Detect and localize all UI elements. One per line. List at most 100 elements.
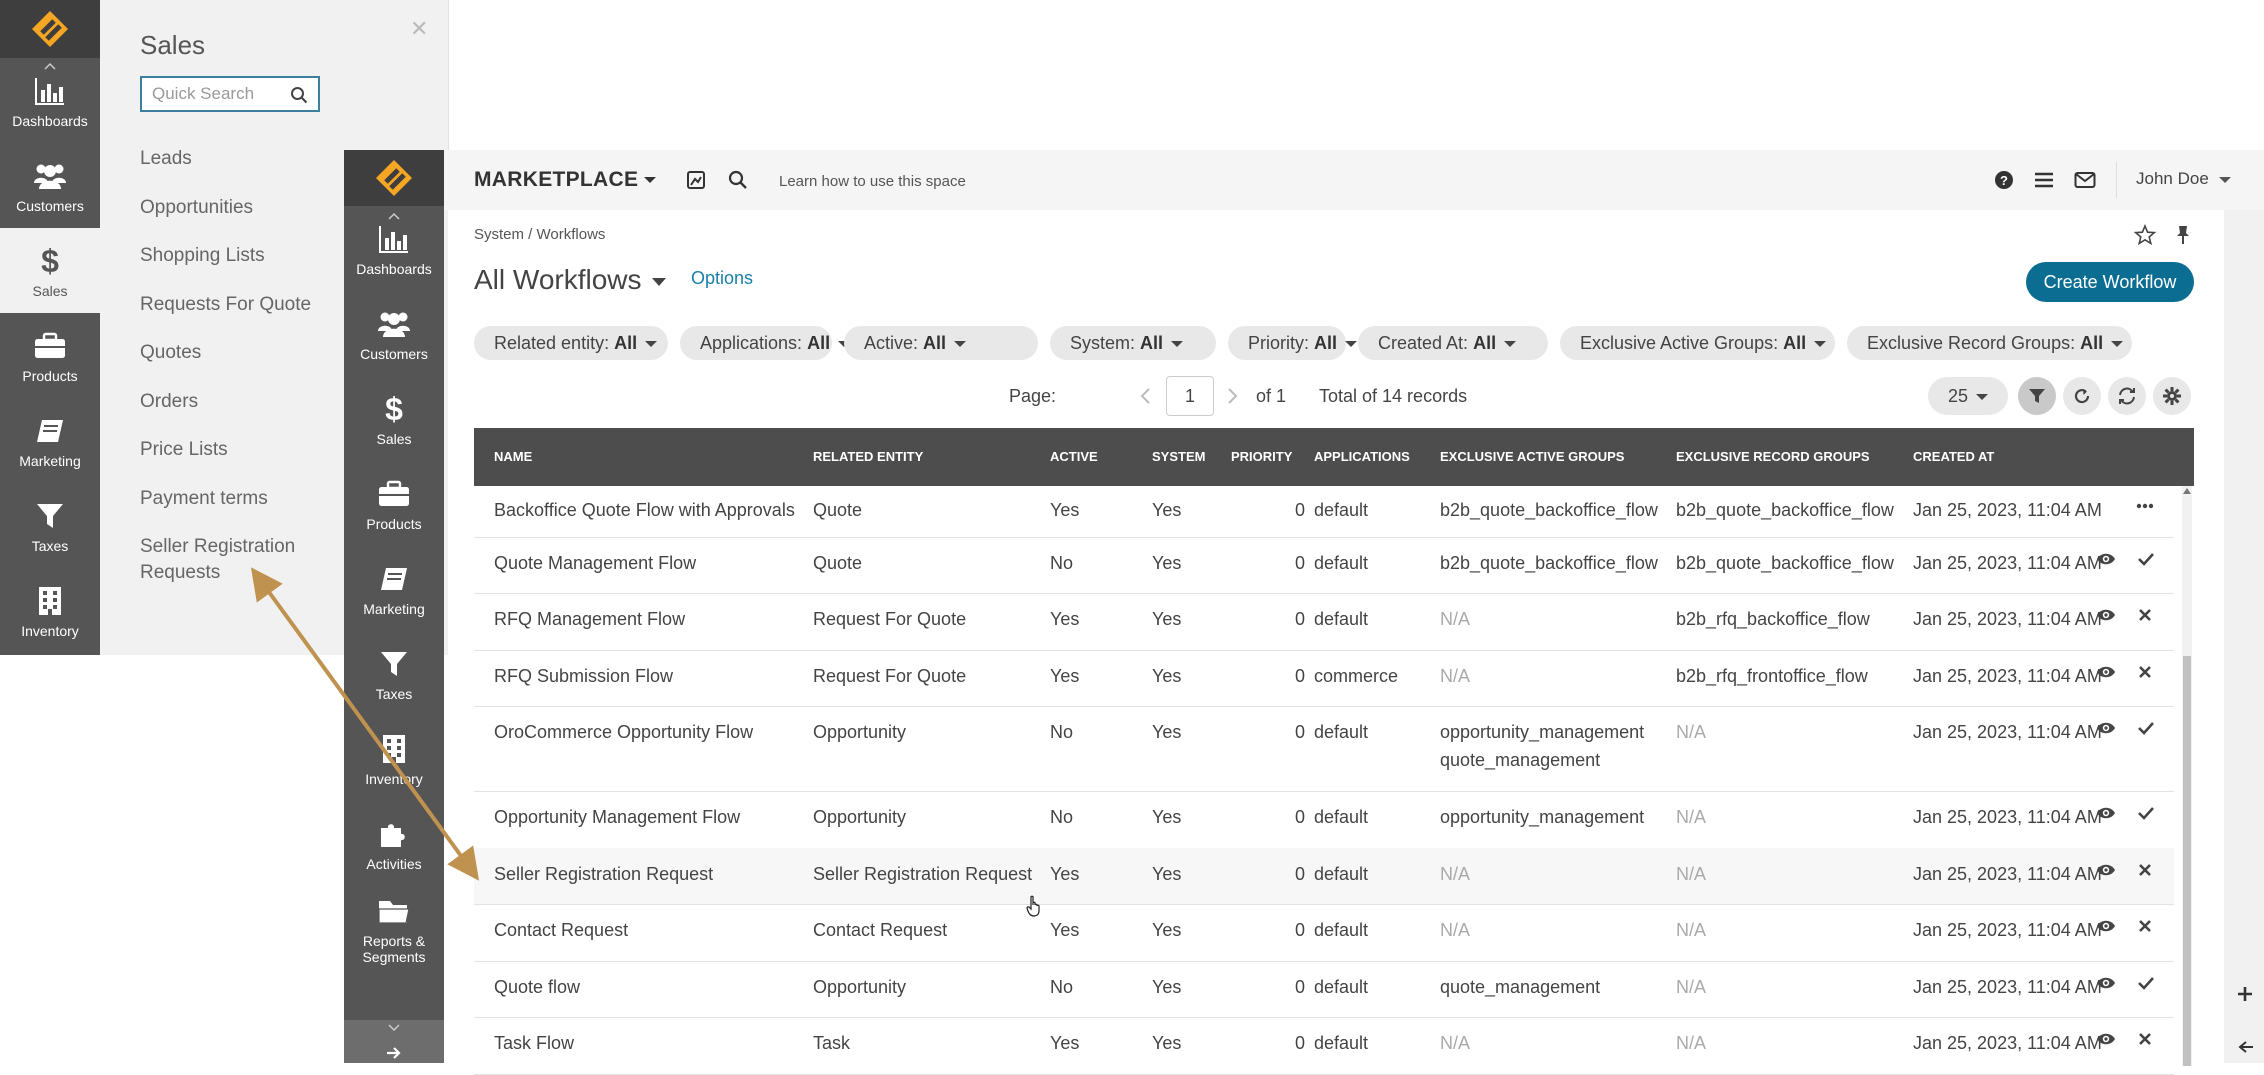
menu-search-box[interactable] xyxy=(140,76,320,112)
column-header-exclusive-active-groups[interactable]: EXCLUSIVE ACTIVE GROUPS xyxy=(1440,428,1624,486)
filter-toggle-button[interactable] xyxy=(2018,377,2056,415)
collapse-arrow-icon[interactable] xyxy=(386,1046,402,1060)
page-scrollbar[interactable] xyxy=(2224,210,2264,1063)
table-row[interactable]: Quote flow Opportunity No Yes 0 default quote_… xyxy=(474,961,2174,1018)
menu-item-seller-registration-requests[interactable]: Seller Registration Requests xyxy=(140,534,320,586)
eye-icon[interactable] xyxy=(2096,863,2116,877)
grid-scrollbar[interactable] xyxy=(2182,486,2192,1066)
table-row[interactable]: Opportunity Management Flow Opportunity No… xyxy=(474,791,2174,849)
plus-icon[interactable] xyxy=(2236,985,2254,1003)
scroll-up-icon[interactable] xyxy=(44,62,56,70)
sidebar-item-taxes[interactable]: Taxes xyxy=(344,631,444,716)
menu-item-quotes[interactable]: Quotes xyxy=(140,340,320,366)
filter-chip-applications[interactable]: Applications: All xyxy=(680,326,851,360)
eye-icon[interactable] xyxy=(2096,919,2116,933)
eye-icon[interactable] xyxy=(2096,1032,2116,1046)
close-icon[interactable] xyxy=(2138,608,2152,622)
breadcrumb[interactable]: System / Workflows xyxy=(474,226,605,243)
oro-logo[interactable] xyxy=(0,0,100,58)
search-icon[interactable] xyxy=(290,86,308,104)
column-header-applications[interactable]: APPLICATIONS xyxy=(1314,428,1410,486)
filter-chip-exclusive-record-groups[interactable]: Exclusive Record Groups: All xyxy=(1847,326,2132,360)
create-workflow-button[interactable]: Create Workflow xyxy=(2026,262,2194,302)
pin-tab-icon[interactable] xyxy=(686,170,706,190)
sidebar-item-sales[interactable]: $ Sales xyxy=(0,228,100,313)
close-icon[interactable] xyxy=(2138,919,2152,933)
page-number-input[interactable] xyxy=(1166,376,1214,416)
filter-chip-related-entity[interactable]: Related entity: All xyxy=(474,326,668,360)
eye-icon[interactable] xyxy=(2096,976,2116,990)
menu-item-price-lists[interactable]: Price Lists xyxy=(140,437,320,463)
eye-icon[interactable] xyxy=(2096,721,2116,735)
menu-item-shopping-lists[interactable]: Shopping Lists xyxy=(140,243,320,269)
filter-chip-active[interactable]: Active: All xyxy=(844,326,1038,360)
column-header-priority[interactable]: PRIORITY xyxy=(1231,428,1292,486)
filter-chip-created-at[interactable]: Created At: All xyxy=(1358,326,1548,360)
pin-icon[interactable] xyxy=(2174,224,2192,246)
help-icon[interactable]: ? xyxy=(1994,170,2014,190)
sidebar-item-sales[interactable]: $ Sales xyxy=(344,376,444,461)
quick-search-input[interactable] xyxy=(142,78,302,110)
close-icon[interactable] xyxy=(2138,863,2152,877)
star-icon[interactable] xyxy=(2134,224,2156,246)
column-header-system[interactable]: SYSTEM xyxy=(1152,428,1205,486)
column-header-exclusive-record-groups[interactable]: EXCLUSIVE RECORD GROUPS xyxy=(1676,428,1870,486)
table-row[interactable]: RFQ Submission Flow Request For Quote Yes Y… xyxy=(474,650,2174,707)
eye-icon[interactable] xyxy=(2096,552,2116,566)
sidebar-item-dashboards[interactable]: Dashboards xyxy=(0,58,100,143)
table-row[interactable]: Seller Registration Request Seller Regist… xyxy=(474,848,2174,905)
more-actions-icon[interactable] xyxy=(2136,503,2154,509)
sidebar-item-marketing[interactable]: Marketing xyxy=(344,546,444,631)
eye-icon[interactable] xyxy=(2096,665,2116,679)
search-icon[interactable] xyxy=(728,170,748,190)
column-header-active[interactable]: ACTIVE xyxy=(1050,428,1098,486)
close-icon[interactable] xyxy=(2138,1032,2152,1046)
sidebar-item-products[interactable]: Products xyxy=(344,461,444,546)
checkmark-icon[interactable] xyxy=(2138,721,2154,735)
sidebar-item-customers[interactable]: Customers xyxy=(0,143,100,228)
column-header-name[interactable]: NAME xyxy=(494,428,532,486)
options-link[interactable]: Options xyxy=(691,268,753,289)
page-size-select[interactable]: 25 xyxy=(1928,377,2008,415)
sidebar-item-marketing[interactable]: Marketing xyxy=(0,398,100,483)
sidebar-item-taxes[interactable]: Taxes xyxy=(0,483,100,568)
marketplace-switcher[interactable]: MARKETPLACE xyxy=(474,168,657,192)
next-page-icon[interactable] xyxy=(1227,387,1239,405)
close-icon[interactable] xyxy=(2138,665,2152,679)
table-row[interactable]: OroCommerce Opportunity Flow Opportunity N… xyxy=(474,706,2174,792)
close-icon[interactable]: ✕ xyxy=(410,16,428,42)
sidebar-item-customers[interactable]: Customers xyxy=(344,291,444,376)
menu-item-payment-terms[interactable]: Payment terms xyxy=(140,486,320,512)
learn-how-link[interactable]: Learn how to use this space xyxy=(779,173,966,190)
table-row[interactable]: Contact Request Contact Request Yes Yes 0 def… xyxy=(474,904,2174,962)
menu-item-requests-for-quote[interactable]: Requests For Quote xyxy=(140,292,320,318)
column-header-related-entity[interactable]: RELATED ENTITY xyxy=(813,428,923,486)
sidebar-item-activities[interactable]: Activities xyxy=(344,801,444,886)
sidebar-item-reports-segments[interactable]: Reports & Segments xyxy=(344,886,444,971)
menu-item-orders[interactable]: Orders xyxy=(140,389,320,415)
list-icon[interactable] xyxy=(2034,171,2054,189)
sidebar-item-inventory[interactable]: Inventory xyxy=(344,716,444,801)
checkmark-icon[interactable] xyxy=(2138,552,2154,566)
eye-icon[interactable] xyxy=(2096,608,2116,622)
table-row[interactable]: Quote Management Flow Quote No Yes 0 default b… xyxy=(474,537,2174,594)
grid-settings-button[interactable] xyxy=(2153,377,2191,415)
filter-chip-system[interactable]: System: All xyxy=(1050,326,1216,360)
sidebar-item-products[interactable]: Products xyxy=(0,313,100,398)
sidebar-item-inventory[interactable]: Inventory xyxy=(0,568,100,653)
checkmark-icon[interactable] xyxy=(2138,806,2154,820)
mail-icon[interactable] xyxy=(2074,171,2096,189)
filter-chip-exclusive-active-groups[interactable]: Exclusive Active Groups: All xyxy=(1560,326,1835,360)
table-row[interactable]: Backoffice Quote Flow with Approvals Quot… xyxy=(474,484,2174,538)
menu-item-opportunities[interactable]: Opportunities xyxy=(140,195,320,221)
oro-logo[interactable] xyxy=(344,150,444,206)
filter-chip-priority[interactable]: Priority: All xyxy=(1228,326,1358,360)
refresh-button[interactable] xyxy=(2108,377,2146,415)
prev-page-icon[interactable] xyxy=(1139,387,1151,405)
scroll-down-icon[interactable] xyxy=(388,1024,400,1032)
back-arrow-icon[interactable] xyxy=(2238,1040,2254,1054)
column-header-created-at[interactable]: CREATED AT xyxy=(1913,428,1994,486)
scroll-up-icon[interactable] xyxy=(388,212,400,220)
user-menu[interactable]: John Doe xyxy=(2136,169,2231,189)
checkmark-icon[interactable] xyxy=(2138,976,2154,990)
